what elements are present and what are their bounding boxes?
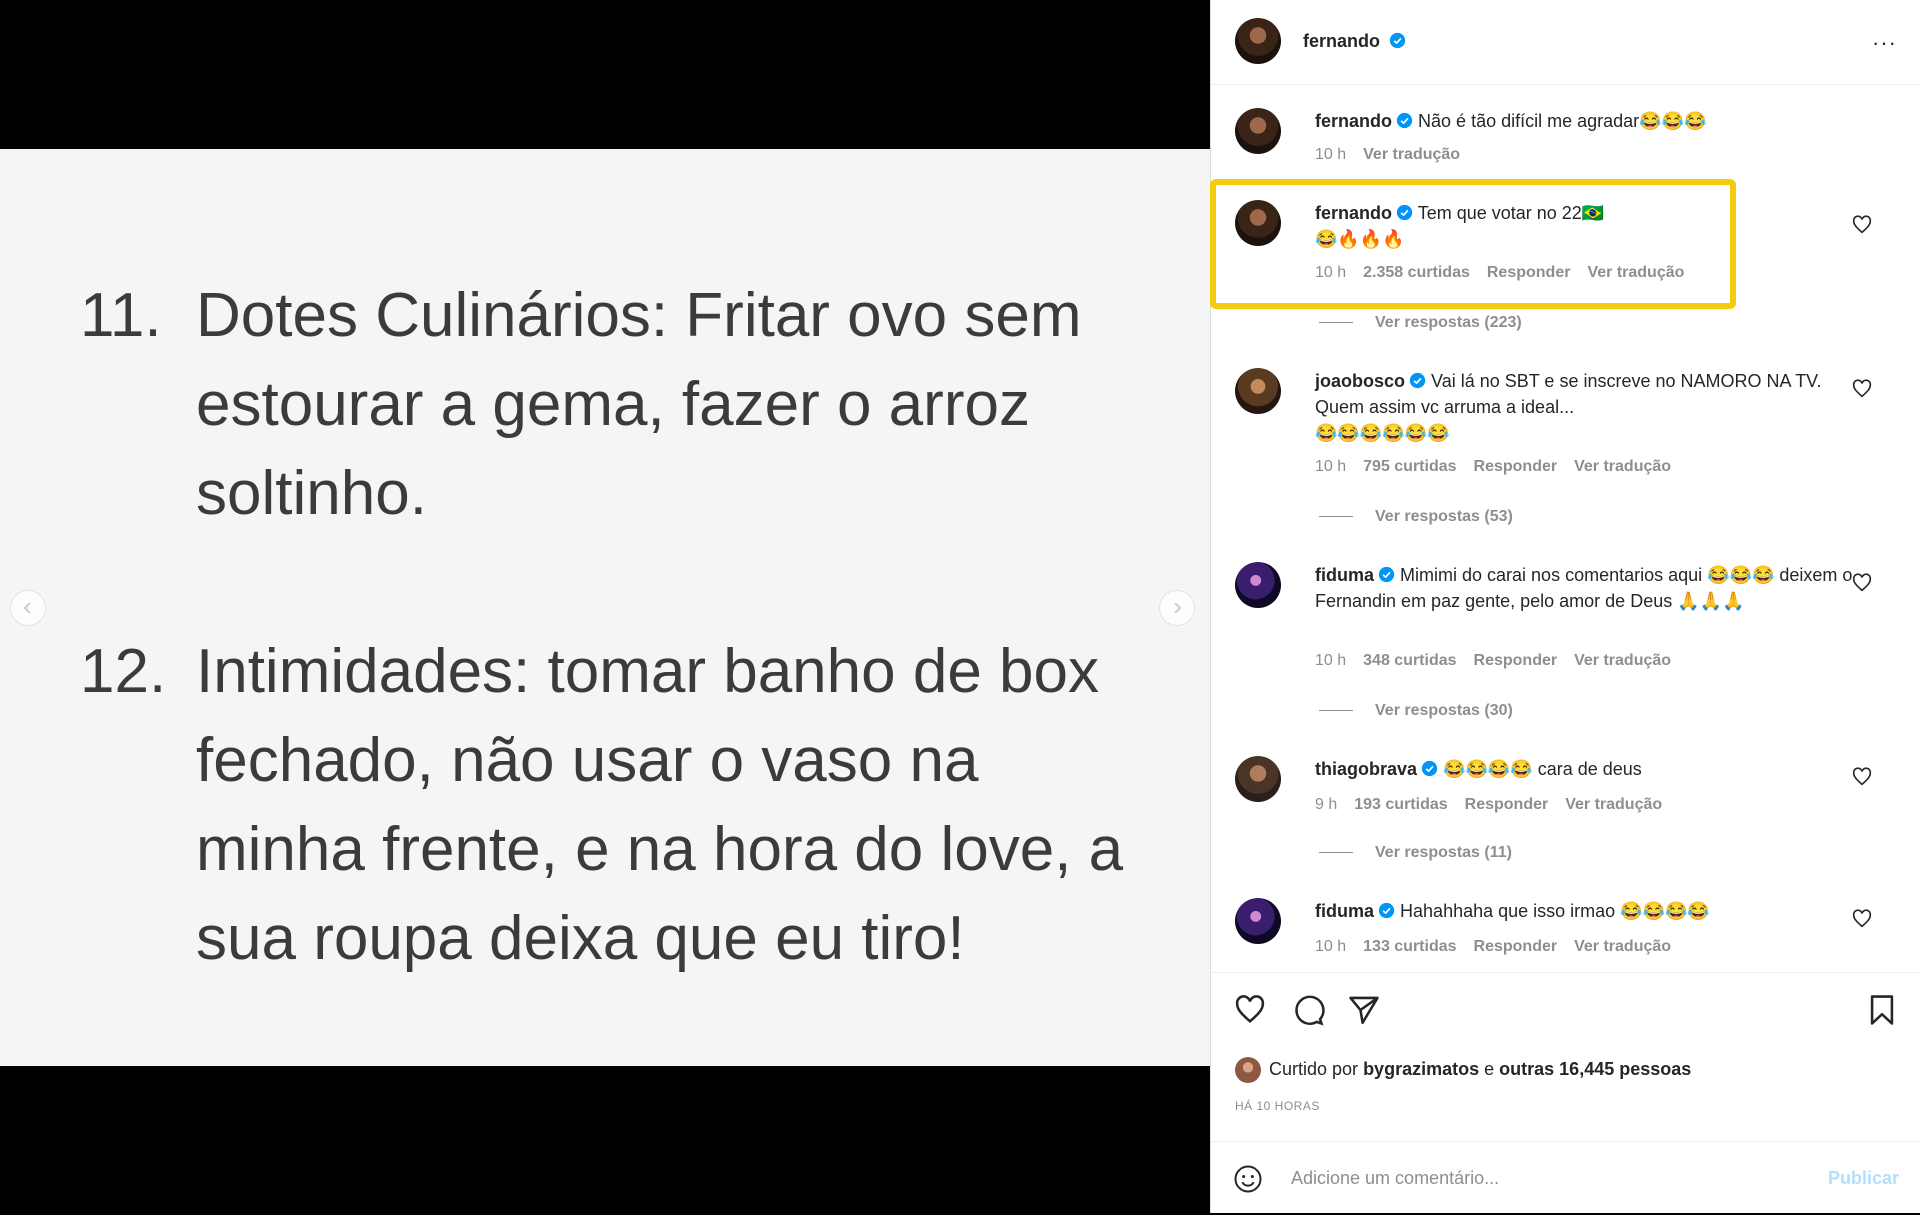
carousel-next-button[interactable] <box>1159 590 1195 626</box>
liked-and: e <box>1484 1058 1495 1079</box>
likes-summary: Curtido por bygrazimatos e outras 16,445… <box>1235 1057 1691 1083</box>
comment-username[interactable]: fiduma <box>1315 901 1374 921</box>
liker-avatar[interactable] <box>1235 1057 1261 1083</box>
reply-button[interactable]: Responder <box>1474 652 1558 669</box>
comment-text: 😂😂😂😂 cara de deus <box>1443 759 1642 779</box>
comment-username[interactable]: fiduma <box>1315 565 1374 585</box>
comment-meta: 10 h 133 curtidas Responder Ver tradução <box>1315 938 1688 956</box>
comment-body: joaobosco Vai lá no SBT e se inscreve no… <box>1315 368 1875 446</box>
comment-time[interactable]: 10 h <box>1315 652 1346 669</box>
username-text[interactable]: fernando <box>1303 31 1380 51</box>
comment-item: thiagobrava 😂😂😂😂 cara de deus 9 h 193 cur… <box>1235 756 1885 866</box>
translate-link[interactable]: Ver tradução <box>1574 938 1671 955</box>
comment-meta: 10 h 348 curtidas Responder Ver tradução <box>1315 652 1688 670</box>
comment-heart-icon[interactable] <box>1851 766 1873 788</box>
post-header: fernando ··· <box>1211 0 1920 85</box>
comment-likes[interactable]: 348 curtidas <box>1363 652 1456 669</box>
caption-meta: 10 h Ver tradução <box>1315 146 1477 164</box>
comment-time[interactable]: 10 h <box>1315 938 1346 955</box>
comment-likes[interactable]: 133 curtidas <box>1363 938 1456 955</box>
list-item-11: 11. Dotes Culinários: Fritar ovo sem est… <box>80 271 1160 538</box>
publish-button[interactable]: Publicar <box>1828 1168 1899 1189</box>
post-time[interactable]: HÁ 10 HORAS <box>1235 1099 1320 1113</box>
comment-username[interactable]: thiagobrava <box>1315 759 1417 779</box>
comment-avatar[interactable] <box>1235 898 1281 944</box>
caption-username[interactable]: fernando <box>1315 111 1392 131</box>
translate-link[interactable]: Ver tradução <box>1574 458 1671 475</box>
share-icon[interactable] <box>1347 993 1381 1027</box>
comment-avatar[interactable] <box>1235 756 1281 802</box>
highlight-box <box>1210 179 1736 309</box>
chevron-right-icon <box>1174 602 1182 614</box>
comment-avatar[interactable] <box>1235 562 1281 608</box>
comment-input[interactable]: Adicione um comentário... <box>1291 1168 1499 1189</box>
carousel-slide[interactable]: 11. Dotes Culinários: Fritar ovo sem est… <box>0 149 1210 1066</box>
liked-others[interactable]: outras 16,445 pessoas <box>1499 1059 1691 1079</box>
reply-button[interactable]: Responder <box>1465 796 1549 813</box>
comment-text-line2: 😂😂😂😂😂😂 <box>1315 423 1450 443</box>
view-replies-button[interactable]: Ver respostas (53) <box>1319 508 1513 526</box>
view-replies-button[interactable]: Ver respostas (11) <box>1319 844 1512 862</box>
translate-link[interactable]: Ver tradução <box>1574 652 1671 669</box>
caption-time[interactable]: 10 h <box>1315 146 1346 163</box>
liked-user[interactable]: bygrazimatos <box>1363 1059 1479 1079</box>
comment-avatar[interactable] <box>1235 368 1281 414</box>
comment-heart-icon[interactable] <box>1851 378 1873 400</box>
heart-icon[interactable] <box>1233 993 1267 1027</box>
comment-item: joaobosco Vai lá no SBT e se inscreve no… <box>1235 368 1885 528</box>
carousel-prev-button[interactable] <box>10 590 46 626</box>
comment-item: fiduma Mimimi do carai nos comentarios a… <box>1235 562 1885 722</box>
comment-body: fiduma Mimimi do carai nos comentarios a… <box>1315 562 1875 614</box>
translate-link[interactable]: Ver tradução <box>1565 796 1662 813</box>
list-item-12: 12. Intimidades: tomar banho de box fech… <box>80 627 1160 983</box>
reply-button[interactable]: Responder <box>1474 458 1558 475</box>
comment-text: Hahahhaha que isso irmao 😂😂😂😂 <box>1400 901 1710 921</box>
liked-prefix: Curtido por <box>1269 1058 1359 1079</box>
verified-badge-icon <box>1409 372 1426 389</box>
comment-meta: 9 h 193 curtidas Responder Ver tradução <box>1315 796 1679 814</box>
comment-item: fiduma Hahahhaha que isso irmao 😂😂😂😂 10 … <box>1235 898 1885 964</box>
item-number: 12. <box>80 637 167 706</box>
comment-body: fiduma Hahahhaha que isso irmao 😂😂😂😂 <box>1315 898 1875 924</box>
comment-icon[interactable] <box>1291 993 1325 1027</box>
comment-heart-icon[interactable] <box>1851 572 1873 594</box>
comment-body: thiagobrava 😂😂😂😂 cara de deus <box>1315 756 1875 782</box>
translate-link[interactable]: Ver tradução <box>1363 146 1460 163</box>
verified-badge-icon <box>1421 760 1438 777</box>
item-number: 11. <box>80 281 162 350</box>
post-caption: fernando Não é tão difícil me agradar😂😂😂… <box>1235 108 1885 174</box>
verified-badge-icon <box>1378 566 1395 583</box>
emoji-icon[interactable] <box>1233 1164 1263 1194</box>
verified-badge-icon <box>1396 112 1413 129</box>
caption-text: Não é tão difícil me agradar😂😂😂 <box>1418 111 1707 131</box>
comment-username[interactable]: joaobosco <box>1315 371 1405 391</box>
view-replies-button[interactable]: Ver respostas (30) <box>1319 702 1513 720</box>
bookmark-icon[interactable] <box>1865 993 1899 1027</box>
comment-likes[interactable]: 193 curtidas <box>1354 796 1447 813</box>
comment-likes[interactable]: 795 curtidas <box>1363 458 1456 475</box>
header-username[interactable]: fernando <box>1303 31 1406 52</box>
comment-meta: 10 h 795 curtidas Responder Ver tradução <box>1315 458 1688 476</box>
comment-time[interactable]: 9 h <box>1315 796 1337 813</box>
comment-heart-icon[interactable] <box>1851 214 1873 236</box>
profile-avatar[interactable] <box>1235 18 1281 64</box>
caption-body: fernando Não é tão difícil me agradar😂😂😂 <box>1315 108 1875 134</box>
caption-avatar[interactable] <box>1235 108 1281 154</box>
item-text: Dotes Culinários: Fritar ovo sem estoura… <box>196 281 1082 528</box>
post-media: 11. Dotes Culinários: Fritar ovo sem est… <box>0 0 1210 1213</box>
chevron-left-icon <box>23 602 31 614</box>
post-actions: Curtido por bygrazimatos e outras 16,445… <box>1211 972 1920 1214</box>
verified-badge-icon <box>1378 902 1395 919</box>
verified-badge-icon <box>1389 32 1406 49</box>
comment-time[interactable]: 10 h <box>1315 458 1346 475</box>
comment-heart-icon[interactable] <box>1851 908 1873 930</box>
reply-button[interactable]: Responder <box>1474 938 1558 955</box>
more-options-icon[interactable]: ··· <box>1872 30 1897 56</box>
view-replies-button[interactable]: Ver respostas (223) <box>1319 314 1522 332</box>
comment-text: Mimimi do carai nos comentarios aqui 😂😂😂… <box>1315 565 1853 611</box>
add-comment-bar: Adicione um comentário... Publicar <box>1211 1141 1920 1215</box>
item-text: Intimidades: tomar banho de box fechado,… <box>196 637 1124 973</box>
